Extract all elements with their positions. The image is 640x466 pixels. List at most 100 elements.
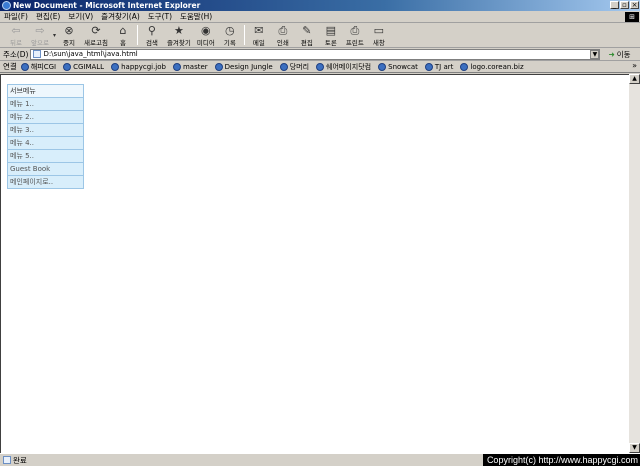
menu-file[interactable]: 파일(F) xyxy=(0,11,32,22)
links-label: 연결 xyxy=(3,62,17,71)
toolbar-separator xyxy=(243,25,245,45)
toolbar-button-13[interactable]: ▤ 토론 xyxy=(319,23,343,48)
page-done-icon xyxy=(3,456,11,464)
link-label: Design Jungle xyxy=(224,62,273,71)
links-more-button[interactable]: » xyxy=(632,61,637,70)
scroll-up-icon[interactable]: ▲ xyxy=(629,74,640,84)
ie-page-icon xyxy=(460,62,469,71)
submenu-item[interactable]: 메뉴 5.. xyxy=(7,149,84,163)
submenu-item[interactable]: 메뉴 2.. xyxy=(7,110,84,124)
favorites-icon: ★ xyxy=(173,24,184,37)
toolbar-button-label: 홈 xyxy=(119,39,126,47)
toolbar-separator xyxy=(136,25,138,45)
ie-page-icon xyxy=(20,62,29,71)
link-item[interactable]: CGIMALL xyxy=(63,62,104,71)
ie-page-icon xyxy=(316,62,325,71)
toolbar-button-3[interactable]: ⊗ 중지 xyxy=(57,23,81,48)
menu-tools[interactable]: 도구(T) xyxy=(144,11,176,22)
status-bar: 완료 Copyright(c) http://www.happycgi.com xyxy=(0,453,640,466)
toolbar-button-10[interactable]: ✉ 메일 xyxy=(247,23,271,48)
page-content: 서브메뉴 메뉴 1.. 메뉴 2.. 메뉴 3.. 메뉴 4.. 메뉴 5.. Guest… xyxy=(0,74,629,453)
toolbar-button-12[interactable]: ✎ 편집 xyxy=(295,23,319,48)
link-label: master xyxy=(182,62,208,71)
history-icon: ◷ xyxy=(225,24,235,37)
address-value[interactable]: D:\sun\java_html\java.html xyxy=(43,50,137,58)
toolbar-button-5[interactable]: ⌂ 홈 xyxy=(111,23,135,48)
toolbar-button-label: 새로고침 xyxy=(84,39,108,47)
submenu-item[interactable]: 메뉴 3.. xyxy=(7,123,84,137)
back-arrow-icon: ⇦ xyxy=(11,24,21,37)
toolbar-button-11[interactable]: ⎙ 인쇄 xyxy=(271,23,295,48)
maximize-button[interactable]: ▫ xyxy=(620,1,629,9)
vertical-scrollbar[interactable]: ▲ ▼ xyxy=(629,74,640,453)
refresh-icon: ⟳ xyxy=(91,24,101,37)
address-dropdown-icon[interactable]: ▼ xyxy=(590,49,600,59)
ie-logo-icon xyxy=(2,1,11,10)
toolbar-button-label: 새창 xyxy=(372,39,385,47)
menu-edit[interactable]: 편집(E) xyxy=(32,11,64,22)
go-button[interactable]: ➜ 이동 xyxy=(608,49,630,60)
forward-arrow-icon: ⇨ xyxy=(35,24,45,37)
toolbar-button-label: 검색 xyxy=(145,39,158,47)
ie-page-icon xyxy=(111,62,120,71)
link-item[interactable]: master xyxy=(172,62,208,71)
toolbar-button-4[interactable]: ⟳ 새로고침 xyxy=(81,23,111,48)
menu-view[interactable]: 보기(V) xyxy=(64,11,97,22)
toolbar-button-9[interactable]: ◷ 기록 xyxy=(218,23,242,48)
toolbar-button-7[interactable]: ★ 즐겨찾기 xyxy=(164,23,194,48)
copyright-banner: Copyright(c) http://www.happycgi.com xyxy=(482,454,640,466)
link-item[interactable]: logo.corean.biz xyxy=(460,62,524,71)
link-label: 쉐어메이지닷컴 xyxy=(326,62,372,71)
home-icon: ⌂ xyxy=(119,24,127,37)
toolbar-button-14[interactable]: ⎙ 프린트 xyxy=(343,23,367,48)
link-item[interactable]: Design Jungle xyxy=(214,62,273,71)
toolbar-button-8[interactable]: ◉ 미디어 xyxy=(194,23,218,48)
link-label: happycgi.job xyxy=(121,62,166,71)
ie-page-icon xyxy=(214,62,223,71)
forward-dropdown-icon[interactable]: ▾ xyxy=(53,32,56,39)
toolbar-button-2[interactable]: ⇨ 앞으로 xyxy=(28,23,52,48)
link-item[interactable]: happycgi.job xyxy=(111,62,166,71)
submenu-table: 서브메뉴 메뉴 1.. 메뉴 2.. 메뉴 3.. 메뉴 4.. 메뉴 5.. Guest… xyxy=(7,84,84,189)
edit-icon: ✎ xyxy=(302,24,312,37)
link-item[interactable]: 쉐어메이지닷컴 xyxy=(316,62,371,72)
go-label: 이동 xyxy=(616,49,631,59)
toolbar-button-label: 편집 xyxy=(300,39,313,47)
links-bar: 연결 해피CGI CGIMALL happycgi.job master Design … xyxy=(0,61,640,73)
address-input[interactable]: D:\sun\java_html\java.html ▼ xyxy=(30,48,601,60)
toolbar-button-label: 앞으로 xyxy=(31,39,49,47)
scroll-down-icon[interactable]: ▼ xyxy=(629,443,640,453)
submenu-item[interactable]: 메뉴 4.. xyxy=(7,136,84,150)
toolbar-button-label: 토론 xyxy=(324,39,337,47)
windows-logo-icon: ⊞ xyxy=(625,12,639,22)
link-item[interactable]: 해피CGI xyxy=(20,62,57,72)
toolbar-button-label: 중지 xyxy=(63,39,75,47)
ie-page-icon xyxy=(279,62,288,71)
link-item[interactable]: TJ art xyxy=(424,62,453,71)
submenu-item[interactable]: 메인페이지로.. xyxy=(7,175,84,189)
toolbar-button-1[interactable]: ⇦ 뒤로 xyxy=(4,23,28,48)
toolbar-button-15[interactable]: ▭ 새창 xyxy=(367,23,391,48)
ie-page-icon xyxy=(378,62,387,71)
ie-page-icon xyxy=(172,62,181,71)
link-item[interactable]: 당머리 xyxy=(279,62,309,72)
address-bar: 주소(D) D:\sun\java_html\java.html ▼ ➜ 이동 xyxy=(0,48,640,61)
window-controls: _ ▫ × xyxy=(610,1,639,9)
submenu-item[interactable]: Guest Book xyxy=(7,162,84,176)
toolbar-button-6[interactable]: ⚲ 검색 xyxy=(140,23,164,48)
toolbar-button-label: 미디어 xyxy=(196,39,215,47)
submenu-item[interactable]: 메뉴 1.. xyxy=(7,97,84,111)
title-bar: New Document - Microsoft Internet Explor… xyxy=(0,0,640,11)
menu-favorites[interactable]: 즐겨찾기(A) xyxy=(97,11,144,22)
submenu-title: 서브메뉴 xyxy=(7,84,84,98)
minimize-button[interactable]: _ xyxy=(610,1,619,9)
ie-page-icon xyxy=(424,62,433,71)
link-label: logo.corean.biz xyxy=(470,62,524,71)
link-label: 해피CGI xyxy=(30,62,57,71)
toolbar-button-label: 뒤로 xyxy=(10,39,22,47)
close-button[interactable]: × xyxy=(630,1,639,9)
standard-toolbar: ⇦ 뒤로 ⇨ 앞으로 ▾ ⊗ 중지 ⟳ 새로고침 ⌂ 홈 ⚲ 검색 ★ 즐겨찾기 ◉ 미디어 ◷ 기록 ✉ 메일 ⎙ 인쇄 ✎… xyxy=(0,23,640,48)
printer-icon: ⎙ xyxy=(350,24,360,37)
menu-help[interactable]: 도움말(H) xyxy=(176,11,216,22)
link-item[interactable]: Snowcat xyxy=(378,62,418,71)
